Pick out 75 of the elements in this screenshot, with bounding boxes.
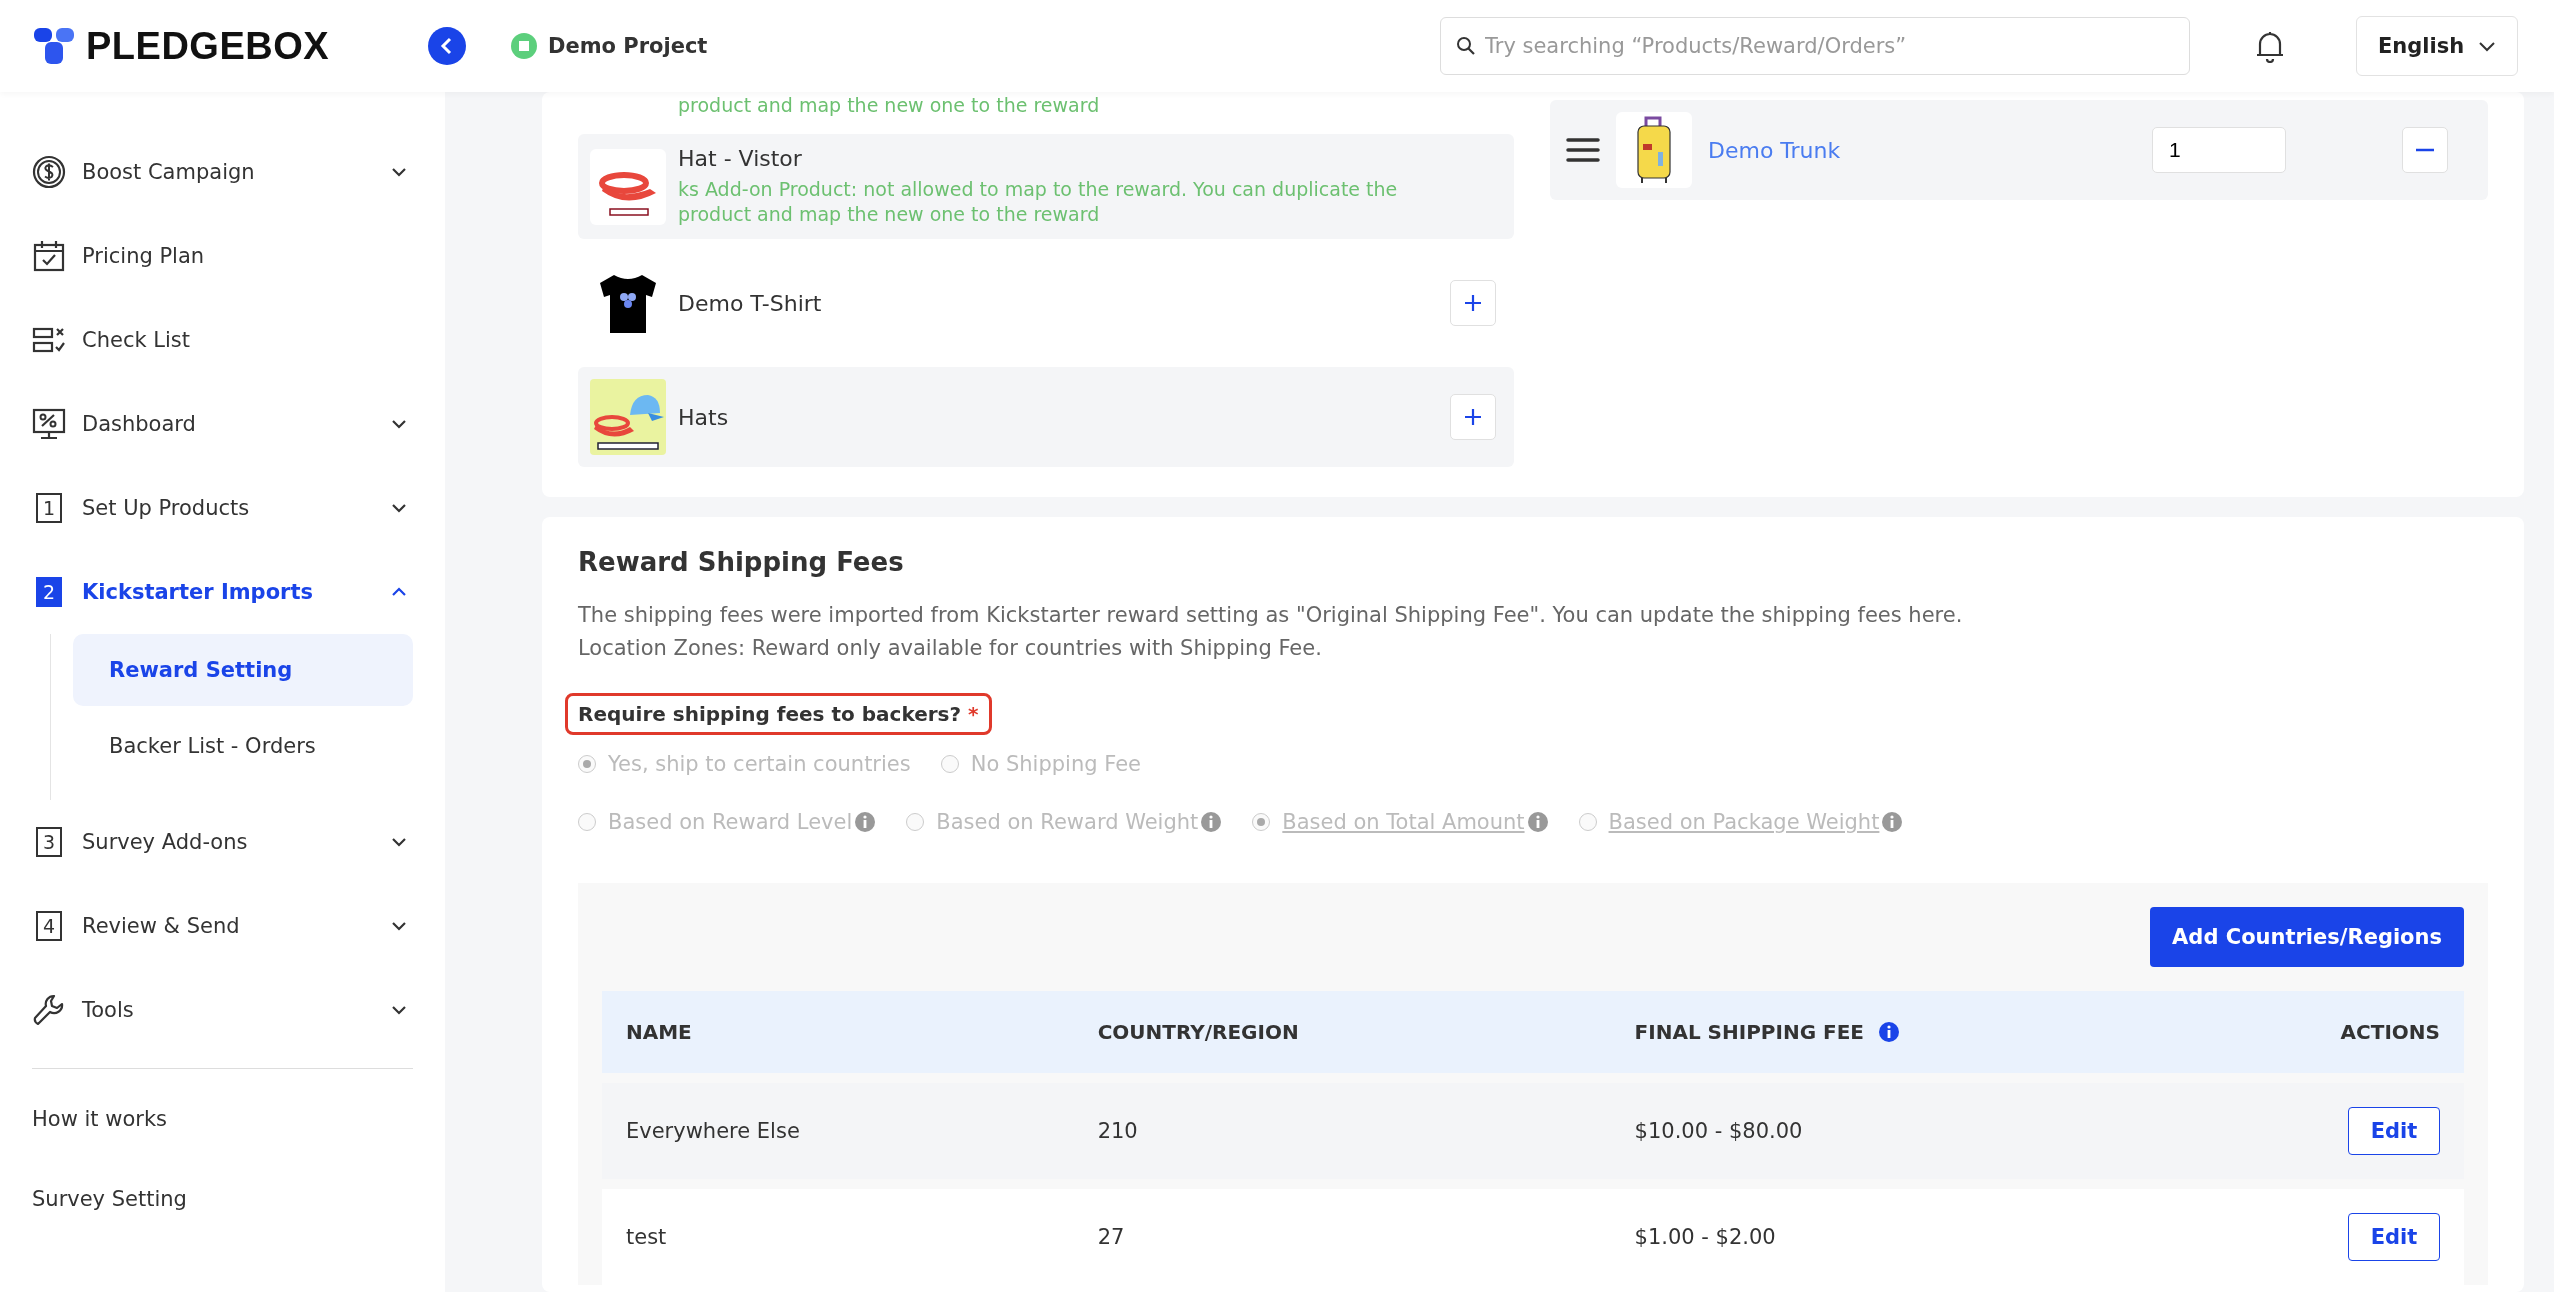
add-product-button[interactable] bbox=[1450, 280, 1496, 326]
dollar-coin-icon bbox=[32, 155, 66, 189]
section-title: Reward Shipping Fees bbox=[578, 547, 905, 577]
column-header: ACTIONS bbox=[2340, 1020, 2440, 1044]
step-number: 3 bbox=[36, 827, 62, 857]
sidebar-subitem[interactable]: Backer List - Orders bbox=[73, 710, 413, 782]
project-name: Demo Project bbox=[548, 34, 708, 58]
edit-button[interactable]: Edit bbox=[2348, 1213, 2440, 1261]
product-name: Demo T-Shirt bbox=[678, 290, 823, 316]
table-cell-text: $1.00 - $2.00 bbox=[1634, 1225, 1777, 1249]
warning-note: product and map the new one to the reward bbox=[677, 93, 1101, 118]
plus-icon bbox=[1463, 293, 1483, 313]
chevron-down-icon bbox=[391, 419, 407, 429]
product-link[interactable]: Demo Trunk bbox=[1708, 137, 2136, 163]
sidebar-item[interactable]: Dashboard bbox=[32, 382, 413, 466]
warning-note: ks Add-on Product: not allowed to map to the reward. You can duplicate the product and map the new one to the reward bbox=[678, 177, 1398, 227]
chevron-down-icon bbox=[391, 1005, 407, 1015]
language-selector[interactable]: English bbox=[2356, 16, 2518, 76]
sidebar-subitem[interactable]: Reward Setting bbox=[73, 634, 413, 706]
chevron-left-icon bbox=[440, 37, 454, 55]
table-cell-text: 210 bbox=[1097, 1119, 1139, 1143]
sidebar-item[interactable]: Tools bbox=[32, 968, 413, 1052]
table-cell-text: test bbox=[626, 1225, 668, 1249]
description-text: Location Zones: Reward only available for countries with Shipping Fee. bbox=[578, 635, 1323, 662]
step-number: 4 bbox=[36, 911, 62, 941]
edit-button[interactable]: Edit bbox=[2348, 1107, 2440, 1155]
notification-bell-icon[interactable] bbox=[2254, 29, 2286, 63]
info-icon bbox=[1878, 1021, 1901, 1043]
info-icon bbox=[854, 811, 877, 833]
table-cell-text: $10.00 - $80.00 bbox=[1634, 1119, 1804, 1143]
add-product-button[interactable] bbox=[1450, 394, 1496, 440]
sidebar-item[interactable]: Pricing Plan bbox=[32, 214, 413, 298]
sidebar-item[interactable]: 2 Kickstarter Imports bbox=[32, 550, 413, 634]
calendar-icon bbox=[32, 239, 66, 273]
chevron-down-icon bbox=[391, 503, 407, 513]
info-icon bbox=[1200, 811, 1223, 833]
sidebar-item[interactable]: 4 Review & Send bbox=[32, 884, 413, 968]
info-icon bbox=[1881, 811, 1904, 833]
sidebar-item[interactable]: 3 Survey Add-ons bbox=[32, 800, 413, 884]
chevron-down-icon bbox=[391, 837, 407, 847]
description-text: The shipping fees were imported from Kickstarter reward setting as "Original Shipping Fee". You can update the shipping fees here. bbox=[578, 602, 1964, 629]
drag-handle-icon[interactable] bbox=[1566, 137, 1600, 163]
column-header: NAME bbox=[626, 1020, 692, 1044]
table-cell-text: 27 bbox=[1097, 1225, 1126, 1249]
search-field[interactable]: Try searching “Products/Reward/Orders” bbox=[1440, 17, 2190, 75]
quantity-field[interactable]: 1 bbox=[2152, 127, 2286, 173]
chevron-down-icon bbox=[391, 167, 407, 177]
sidebar-link[interactable]: Survey Setting bbox=[32, 1159, 413, 1239]
step-number: 1 bbox=[36, 493, 62, 523]
plus-icon bbox=[1463, 407, 1483, 427]
logo-text: PLEDGEBOX bbox=[86, 24, 330, 68]
question-label: Require shipping fees to backers? * bbox=[578, 702, 979, 726]
column-header: FINAL SHIPPING FEE bbox=[1634, 1020, 1865, 1044]
column-header: COUNTRY/REGION bbox=[1097, 1020, 1299, 1044]
sidebar-item[interactable]: 1 Set Up Products bbox=[32, 466, 413, 550]
chevron-up-icon bbox=[391, 587, 407, 597]
product-name: Hats bbox=[678, 404, 730, 430]
info-icon bbox=[1526, 811, 1549, 833]
add-countries-button[interactable]: Add Countries/Regions bbox=[2150, 907, 2464, 967]
sidebar-item[interactable]: Boost Campaign bbox=[32, 130, 413, 214]
search-icon bbox=[1456, 36, 1476, 56]
logo-icon bbox=[32, 26, 76, 66]
step-number: 2 bbox=[36, 577, 62, 607]
wrench-icon bbox=[32, 993, 66, 1027]
sidebar-link[interactable]: How it works bbox=[32, 1079, 413, 1159]
sidebar-item[interactable]: Check List bbox=[32, 298, 413, 382]
collapse-sidebar-button[interactable] bbox=[428, 27, 466, 65]
table-cell-text: Everywhere Else bbox=[626, 1119, 801, 1143]
monitor-icon bbox=[32, 407, 66, 441]
chevron-down-icon bbox=[2478, 40, 2497, 52]
remove-product-button[interactable] bbox=[2402, 127, 2448, 173]
chevron-down-icon bbox=[391, 921, 407, 931]
minus-icon bbox=[2415, 148, 2435, 152]
project-icon bbox=[510, 32, 538, 60]
product-name: Hat - Vistor bbox=[678, 146, 803, 171]
